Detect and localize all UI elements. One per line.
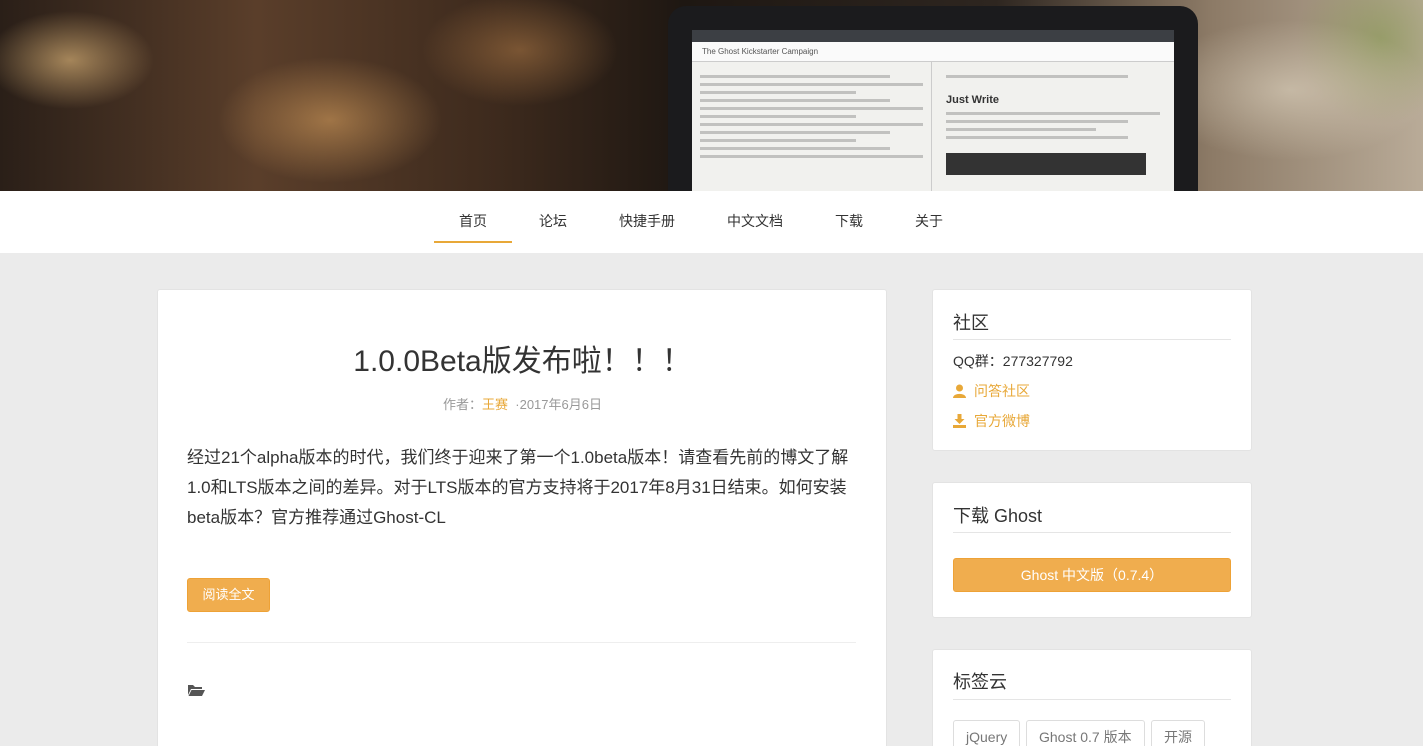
post-title[interactable]: 1.0.0Beta版发布啦！！！ [0, 336, 1045, 380]
user-icon [953, 384, 966, 398]
main-nav: 首页 论坛 快捷手册 中文文档 下载 关于 [0, 191, 1423, 253]
nav-item-home[interactable]: 首页 [434, 191, 512, 243]
author-prefix: 作者： [443, 397, 483, 412]
laptop-image: The Ghost Kickstarter Campaign Just Writ… [668, 6, 1198, 191]
download-icon [953, 414, 966, 428]
screen-title: The Ghost Kickstarter Campaign [692, 42, 1174, 62]
nav-item-download[interactable]: 下载 [824, 191, 874, 253]
read-more-button[interactable]: 阅读全文 [187, 578, 270, 612]
qa-community-link[interactable]: 问答社区 [953, 381, 1030, 401]
post-date: ·2017年6月6日 [515, 397, 602, 412]
screen-heading: Just Write [946, 94, 999, 106]
folder-open-icon [188, 685, 205, 696]
laptop-screen: The Ghost Kickstarter Campaign Just Writ… [692, 30, 1174, 191]
nav-item-quick-manual[interactable]: 快捷手册 [607, 191, 687, 253]
post-excerpt: 经过21个alpha版本的时代，我们终于迎来了第一个1.0beta版本！请查看先… [187, 448, 849, 527]
official-weibo-label: 官方微博 [974, 413, 1030, 429]
tag-cloud-title: 标签云 [953, 672, 1007, 692]
download-title: 下载 Ghost [953, 506, 1043, 526]
tag-jquery[interactable]: jQuery [953, 720, 1021, 746]
hero-banner: The Ghost Kickstarter Campaign Just Writ… [0, 0, 1423, 191]
author-link[interactable]: 王赛 [482, 397, 508, 412]
nav-item-forum[interactable]: 论坛 [527, 191, 579, 253]
post-meta: 作者：王赛 ·2017年6月6日 [0, 394, 1045, 413]
community-title: 社区 [953, 313, 989, 333]
tag-ghost-07[interactable]: Ghost 0.7 版本 [1026, 720, 1145, 746]
qa-community-label: 问答社区 [974, 383, 1030, 399]
download-ghost-button[interactable]: Ghost 中文版（0.7.4） [953, 558, 1231, 592]
official-weibo-link[interactable]: 官方微博 [953, 411, 1030, 431]
post-divider [187, 642, 856, 643]
qq-group: QQ群：277327792 [953, 353, 1073, 369]
nav-item-about[interactable]: 关于 [904, 191, 954, 253]
nav-item-chinese-docs[interactable]: 中文文档 [715, 191, 795, 253]
tag-open-source[interactable]: 开源 [1151, 720, 1205, 746]
